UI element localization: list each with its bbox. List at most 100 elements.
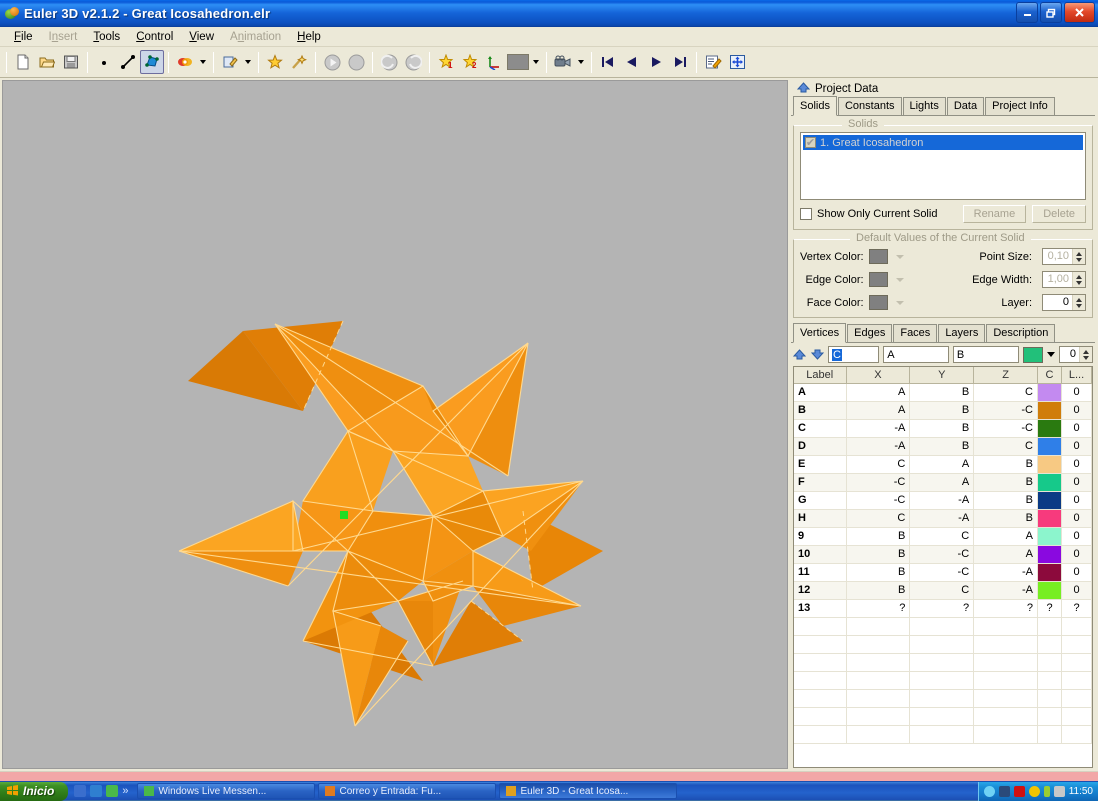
tab-solids[interactable]: Solids [793,96,837,116]
3d-viewport[interactable] [2,80,788,769]
table-row-empty[interactable] [794,689,1092,707]
cell-layer[interactable]: 0 [1062,581,1092,599]
cell-x[interactable]: C [846,509,910,527]
cell-color[interactable]: ? [1038,599,1062,617]
pdf-icon[interactable] [1014,786,1025,797]
cell-layer[interactable]: 0 [1062,491,1092,509]
cell-empty[interactable] [1062,635,1092,653]
cell-label[interactable]: F [794,473,846,491]
tab-description[interactable]: Description [986,324,1055,342]
point-size-stepper[interactable]: 0,10 [1042,248,1086,265]
cell-empty[interactable] [794,635,846,653]
cell-label[interactable]: 10 [794,545,846,563]
start-button[interactable]: Inicio [0,782,68,801]
media-player-icon[interactable] [74,785,86,797]
cell-color[interactable] [1038,455,1062,473]
cell-y[interactable]: C [910,527,974,545]
cell-empty[interactable] [974,689,1038,707]
cell-label[interactable]: E [794,455,846,473]
cell-color[interactable] [1038,419,1062,437]
cell-z[interactable]: -A [974,563,1038,581]
tab-project-info[interactable]: Project Info [985,97,1055,115]
edge-width-stepper[interactable]: 1,00 [1042,271,1086,288]
cell-x[interactable]: -A [846,419,910,437]
cell-layer[interactable]: 0 [1062,455,1092,473]
cell-color[interactable] [1038,491,1062,509]
cell-y[interactable]: -A [910,491,974,509]
task-button[interactable]: Correo y Entrada: Fu... [318,783,496,799]
cell-empty[interactable] [910,653,974,671]
table-row-empty[interactable] [794,671,1092,689]
cell-empty[interactable] [794,707,846,725]
save-disk-icon[interactable] [59,50,83,74]
face-color-dropdown-icon-panel[interactable] [896,301,904,305]
column-header-z[interactable]: Z [974,367,1038,383]
rename-button[interactable]: Rename [963,205,1027,223]
cell-z[interactable]: C [974,437,1038,455]
menu-animation[interactable]: Animation [222,29,289,45]
cell-color[interactable] [1038,509,1062,527]
menu-view[interactable]: View [181,29,222,45]
light1-icon[interactable]: 1 [434,50,458,74]
edge-color-swatch[interactable] [869,272,888,287]
cell-empty[interactable] [1038,707,1062,725]
cell-empty[interactable] [846,635,910,653]
column-header-y[interactable]: Y [910,367,974,383]
cell-z[interactable]: -C [974,419,1038,437]
table-row[interactable]: 12BC-A0 [794,581,1092,599]
cell-layer[interactable]: 0 [1062,419,1092,437]
fit-view-icon[interactable] [725,50,749,74]
ie-icon[interactable] [90,785,102,797]
task-button[interactable]: Windows Live Messen... [137,783,315,799]
cell-empty[interactable] [846,707,910,725]
magic-wand-icon[interactable] [287,50,311,74]
cell-z[interactable]: -C [974,401,1038,419]
cell-y[interactable]: B [910,383,974,401]
cell-color[interactable] [1038,545,1062,563]
point-tool-icon[interactable] [92,50,116,74]
tab-layers[interactable]: Layers [938,324,985,342]
vertex-color-dropdown-icon-entry[interactable] [1047,352,1055,357]
move-down-icon[interactable] [811,347,825,362]
table-row[interactable]: G-C-AB0 [794,491,1092,509]
cell-empty[interactable] [846,653,910,671]
tab-vertices[interactable]: Vertices [793,323,846,343]
cell-label[interactable]: 12 [794,581,846,599]
cell-x[interactable]: B [846,527,910,545]
palette-dropdown-icon[interactable] [197,50,209,74]
cell-empty[interactable] [1062,617,1092,635]
table-row[interactable]: 11B-C-A0 [794,563,1092,581]
cell-empty[interactable] [910,635,974,653]
menu-file[interactable]: FFileile [6,29,41,45]
table-row[interactable]: ECAB0 [794,455,1092,473]
cell-empty[interactable] [1038,689,1062,707]
color-palette-icon[interactable] [173,50,197,74]
cell-z[interactable]: A [974,527,1038,545]
cell-label[interactable]: C [794,419,846,437]
solid-visible-checkbox[interactable]: ✔ [805,137,816,148]
cell-empty[interactable] [910,671,974,689]
last-frame-icon[interactable] [668,50,692,74]
cell-color[interactable] [1038,473,1062,491]
cell-y[interactable]: B [910,419,974,437]
cell-empty[interactable] [794,671,846,689]
vertex-layer-stepper[interactable]: 0 [1059,346,1093,363]
polygon-tool-icon[interactable] [140,50,164,74]
cell-y[interactable]: C [910,581,974,599]
cell-x[interactable]: C [846,455,910,473]
vertex-color-dropdown-icon[interactable] [896,255,904,259]
cell-x[interactable]: A [846,383,910,401]
cell-empty[interactable] [1062,725,1092,743]
cell-z[interactable]: C [974,383,1038,401]
table-row[interactable]: HC-AB0 [794,509,1092,527]
cell-x[interactable]: -A [846,437,910,455]
cell-empty[interactable] [974,635,1038,653]
first-frame-icon[interactable] [596,50,620,74]
texture-icon[interactable] [218,50,242,74]
menu-control[interactable]: Control [128,29,181,45]
cell-label[interactable]: 9 [794,527,846,545]
cell-x[interactable]: -C [846,473,910,491]
vertex-color-swatch[interactable] [869,249,888,264]
line-tool-icon[interactable] [116,50,140,74]
cell-z[interactable]: -A [974,581,1038,599]
